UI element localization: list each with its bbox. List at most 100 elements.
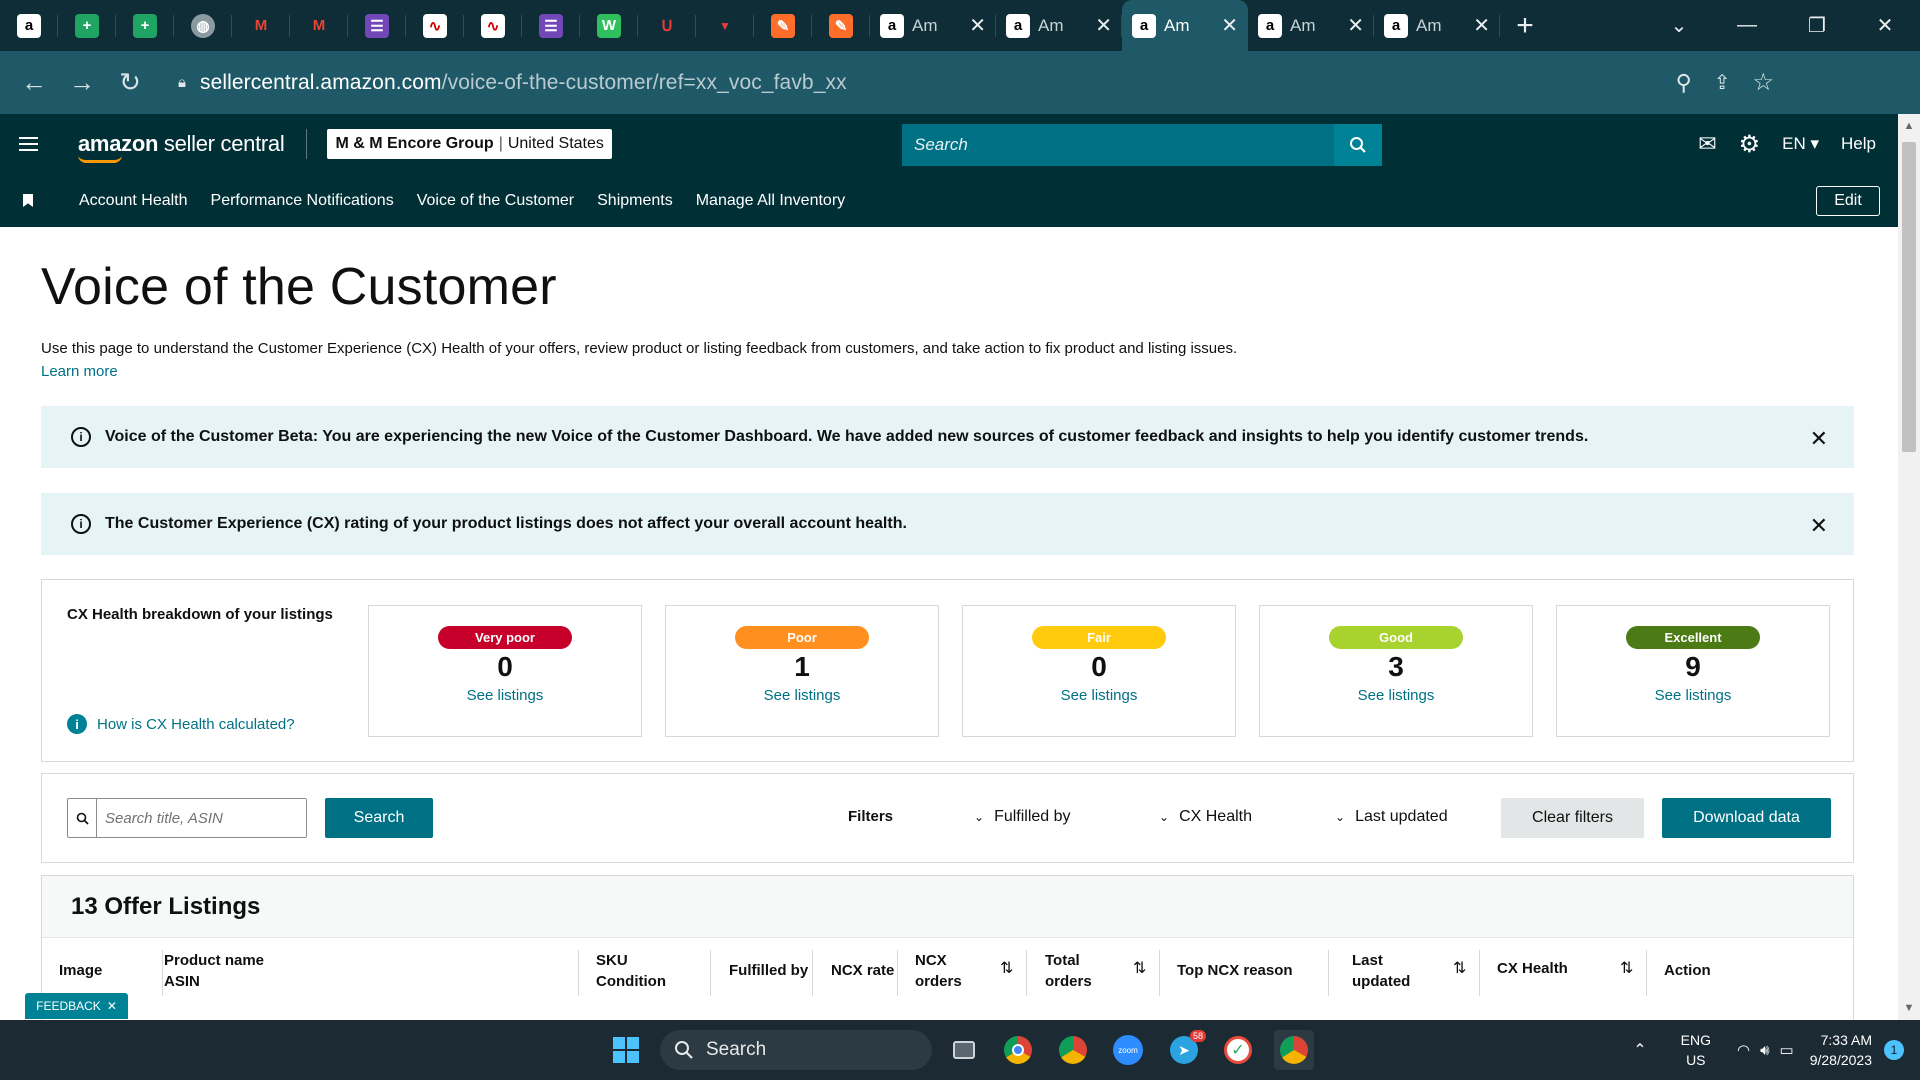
- edit-nav-button[interactable]: Edit: [1816, 186, 1880, 216]
- account-switcher[interactable]: M & M Encore Group | United States: [327, 129, 612, 159]
- omnibox[interactable]: 🔒︎ sellercentral.amazon.com/voice-of-the…: [168, 59, 1788, 106]
- see-listings-link[interactable]: See listings: [369, 687, 641, 704]
- telegram-icon[interactable]: ➤ 58: [1164, 1030, 1206, 1070]
- page-scrollbar[interactable]: ▲ ▼: [1898, 114, 1920, 1020]
- zoom-icon[interactable]: ⚲: [1676, 70, 1692, 96]
- fulfilled-by-dropdown[interactable]: ⌄ Fulfilled by: [974, 808, 1071, 826]
- mail-icon[interactable]: ✉: [1698, 131, 1716, 157]
- seller-central-logo[interactable]: amazon seller central: [78, 131, 285, 163]
- volume-icon[interactable]: 🔊︎: [1760, 1042, 1769, 1059]
- close-tab-icon[interactable]: ✕: [1473, 13, 1490, 38]
- tab-helium[interactable]: ᑌ: [638, 0, 696, 51]
- column-header-cx-health[interactable]: CX Health: [1497, 958, 1568, 979]
- last-updated-dropdown[interactable]: ⌄ Last updated: [1335, 808, 1448, 826]
- close-icon[interactable]: ✕: [1810, 513, 1828, 539]
- chrome-icon[interactable]: [998, 1030, 1038, 1070]
- help-link[interactable]: Help: [1841, 134, 1876, 154]
- tab-sheets-1[interactable]: +: [58, 0, 116, 51]
- tab-amazon-5[interactable]: a Am ✕: [1374, 0, 1500, 51]
- close-tab-icon[interactable]: ✕: [969, 13, 986, 38]
- close-window-icon[interactable]: ✕: [1850, 0, 1920, 51]
- nav-shipments[interactable]: Shipments: [597, 192, 673, 210]
- tab-red-logo[interactable]: ▼: [696, 0, 754, 51]
- scroll-thumb[interactable]: [1902, 142, 1916, 452]
- column-header-ncx-orders[interactable]: NCX orders: [915, 950, 962, 992]
- tab-gmail-2[interactable]: M: [290, 0, 348, 51]
- back-icon[interactable]: ←: [10, 59, 58, 107]
- tab-w-app[interactable]: W: [580, 0, 638, 51]
- language-indicator[interactable]: ENG US: [1681, 1030, 1711, 1070]
- close-tab-icon[interactable]: ✕: [1095, 13, 1112, 38]
- forward-icon[interactable]: →: [58, 59, 106, 107]
- download-data-button[interactable]: Download data: [1662, 798, 1831, 838]
- tab-sheets-2[interactable]: +: [116, 0, 174, 51]
- column-header-fulfilled-by[interactable]: Fulfilled by: [729, 960, 808, 981]
- chrome-profile-icon[interactable]: [1053, 1030, 1093, 1070]
- column-header-last-updated[interactable]: Last updated: [1352, 950, 1410, 992]
- tab-pencil-2[interactable]: ✎: [812, 0, 870, 51]
- feedback-tab[interactable]: FEEDBACK ✕: [25, 993, 128, 1019]
- bookmark-icon[interactable]: [0, 194, 56, 207]
- cx-health-how-link[interactable]: i How is CX Health calculated?: [67, 714, 295, 734]
- tab-chart-1[interactable]: ∿: [406, 0, 464, 51]
- tab-chart-2[interactable]: ∿: [464, 0, 522, 51]
- listing-search-input[interactable]: [97, 799, 306, 837]
- language-selector[interactable]: EN ▾: [1782, 134, 1819, 154]
- column-header-product-name[interactable]: Product name ASIN: [164, 950, 264, 992]
- cx-health-dropdown[interactable]: ⌄ CX Health: [1159, 808, 1252, 826]
- show-hidden-icons-icon[interactable]: ⌃: [1633, 1040, 1646, 1060]
- column-header-total-orders[interactable]: Total orders: [1045, 950, 1092, 992]
- notification-badge[interactable]: 1: [1884, 1040, 1904, 1060]
- tab-amazon-4[interactable]: a Am ✕: [1248, 0, 1374, 51]
- close-tab-icon[interactable]: ✕: [1221, 13, 1238, 38]
- see-listings-link[interactable]: See listings: [1557, 687, 1829, 704]
- nav-voice-of-the-customer[interactable]: Voice of the Customer: [417, 192, 574, 210]
- hamburger-menu-icon[interactable]: [0, 114, 56, 174]
- new-tab-button[interactable]: +: [1500, 0, 1550, 51]
- tab-search-icon[interactable]: ⌄: [1644, 0, 1714, 51]
- sort-icon[interactable]: ⇅: [1133, 958, 1146, 978]
- see-listings-link[interactable]: See listings: [666, 687, 938, 704]
- see-listings-link[interactable]: See listings: [963, 687, 1235, 704]
- tab-globe[interactable]: ◍: [174, 0, 232, 51]
- nav-manage-all-inventory[interactable]: Manage All Inventory: [696, 192, 845, 210]
- tab-forms-2[interactable]: ☰: [522, 0, 580, 51]
- zoom-icon[interactable]: zoom: [1108, 1030, 1148, 1070]
- taskbar-search[interactable]: Search: [660, 1030, 932, 1070]
- close-tab-icon[interactable]: ✕: [1347, 13, 1364, 38]
- tab-amazon-2[interactable]: a Am ✕: [996, 0, 1122, 51]
- restore-icon[interactable]: ❐: [1782, 0, 1852, 51]
- listing-search-button[interactable]: Search: [325, 798, 433, 838]
- tab-gmail-1[interactable]: M: [232, 0, 290, 51]
- tab-amazon[interactable]: a: [0, 0, 58, 51]
- column-header-sku[interactable]: SKU Condition: [596, 950, 666, 992]
- clear-filters-button[interactable]: Clear filters: [1501, 798, 1644, 838]
- ticktick-icon[interactable]: ✓: [1218, 1030, 1258, 1070]
- tab-pencil-1[interactable]: ✎: [754, 0, 812, 51]
- search-button[interactable]: [1334, 124, 1382, 166]
- close-icon[interactable]: ✕: [1810, 426, 1828, 452]
- nav-account-health[interactable]: Account Health: [79, 192, 188, 210]
- sort-icon[interactable]: ⇅: [1620, 958, 1633, 978]
- scroll-down-icon[interactable]: ▼: [1898, 998, 1920, 1018]
- nav-performance-notifications[interactable]: Performance Notifications: [211, 192, 394, 210]
- bookmark-star-icon[interactable]: ☆: [1752, 68, 1774, 97]
- chrome-active-icon[interactable]: [1274, 1030, 1314, 1070]
- task-view-icon[interactable]: [944, 1030, 984, 1070]
- windows-start-icon[interactable]: [606, 1030, 646, 1070]
- scroll-up-icon[interactable]: ▲: [1898, 116, 1920, 136]
- tab-forms-1[interactable]: ☰: [348, 0, 406, 51]
- tab-amazon-1[interactable]: a Am ✕: [870, 0, 996, 51]
- learn-more-link[interactable]: Learn more: [41, 363, 118, 380]
- sort-icon[interactable]: ⇅: [1453, 958, 1466, 978]
- column-header-ncx-rate[interactable]: NCX rate: [831, 960, 894, 981]
- global-search-input[interactable]: [902, 124, 1334, 166]
- settings-gear-icon[interactable]: ⚙: [1739, 130, 1761, 159]
- tab-amazon-active[interactable]: a Am ✕: [1122, 0, 1248, 51]
- sort-icon[interactable]: ⇅: [1000, 958, 1013, 978]
- see-listings-link[interactable]: See listings: [1260, 687, 1532, 704]
- wifi-icon[interactable]: ◠: [1737, 1041, 1750, 1059]
- share-icon[interactable]: ⇪: [1714, 70, 1731, 95]
- column-header-top-ncx-reason[interactable]: Top NCX reason: [1177, 960, 1293, 981]
- reload-icon[interactable]: ↻: [106, 59, 154, 107]
